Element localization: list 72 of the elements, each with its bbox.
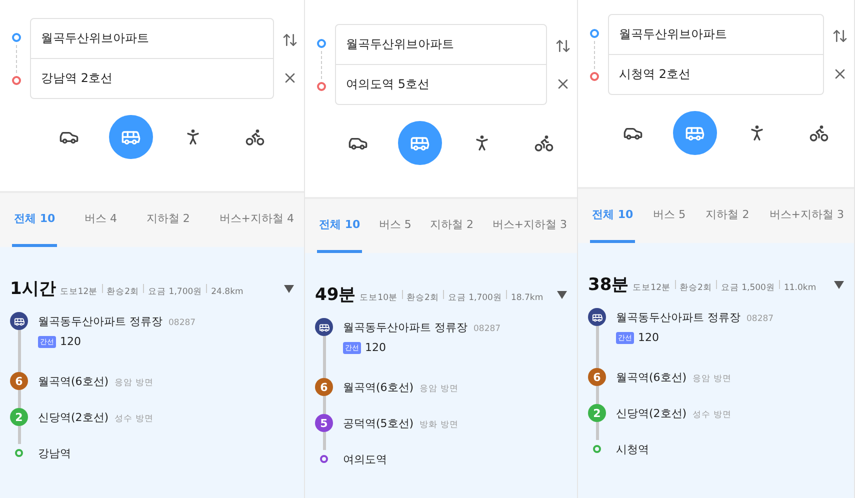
destination-dot: [12, 76, 20, 84]
stop-name: 여의도역: [343, 452, 387, 467]
destination-field[interactable]: 시청역 2호선: [608, 55, 824, 95]
stop-name: 신당역(2호선): [616, 406, 687, 421]
route-detail: 24.8km: [211, 287, 244, 297]
bus-number: 120: [60, 335, 81, 348]
direction-text: 응암 방면: [692, 373, 732, 385]
expand-icon[interactable]: [557, 290, 567, 298]
route-detail: 환승2회: [106, 286, 140, 298]
route-tab[interactable]: 지하철 2: [144, 193, 192, 247]
route-detail: 환승2회: [680, 282, 712, 294]
route-tab[interactable]: 버스 5: [376, 199, 414, 253]
route-detail: 11.0km: [784, 283, 816, 293]
duration-text: 38분: [588, 274, 629, 296]
direction-text: 방화 방면: [420, 419, 458, 431]
route-tab[interactable]: 버스 5: [651, 189, 688, 243]
stop-name: 월곡동두산아파트 정류장: [616, 310, 740, 325]
route-detail: 환승2회: [406, 292, 439, 304]
swap-button[interactable]: [555, 38, 571, 54]
origin-dot: [316, 38, 326, 48]
destination-dot: [590, 72, 598, 80]
route-tab[interactable]: 버스+지하철 4: [217, 193, 296, 247]
destination-field[interactable]: 여의도역 5호선: [335, 65, 547, 105]
route-detail: 요금 1,700원: [148, 286, 202, 298]
stop-name: 월곡역(6호선): [38, 374, 109, 389]
direction-text: 성수 방면: [692, 409, 732, 421]
origin-field[interactable]: 월곡두산위브아파트: [30, 18, 274, 59]
destination-field[interactable]: 강남역 2호선: [30, 59, 274, 99]
bicycle-icon: [534, 133, 554, 153]
stop-name: 공덕역(5호선): [343, 416, 414, 431]
route-tab[interactable]: 버스+지하철 3: [767, 189, 846, 243]
expand-icon[interactable]: [834, 280, 844, 288]
duration-text: 1시간: [10, 278, 56, 300]
direction-text: 응암 방면: [114, 377, 154, 389]
bicycle-icon: [245, 127, 265, 147]
stop-code: 08287: [746, 314, 774, 324]
stop-name: 시청역: [616, 442, 649, 457]
route-detail: 18.7km: [510, 293, 544, 303]
route-detail: 도보12분: [60, 286, 98, 298]
stop-name: 월곡역(6호선): [343, 380, 414, 395]
duration-text: 49분: [315, 284, 356, 306]
origin-dot: [12, 32, 20, 42]
route-tab[interactable]: 지하철 2: [704, 189, 752, 243]
bus-icon: [592, 312, 602, 322]
bus-icon: [318, 322, 330, 332]
stop-name: 월곡동두산아파트 정류장: [38, 314, 162, 329]
stop-code: 08287: [474, 324, 501, 334]
bus-icon: [14, 316, 24, 326]
direction-text: 응암 방면: [420, 383, 458, 395]
stop-name: 월곡동두산아파트 정류장: [343, 320, 468, 335]
direction-text: 성수 방면: [114, 413, 154, 425]
route-detail: 도보12분: [632, 282, 670, 294]
swap-button[interactable]: [282, 32, 298, 48]
swap-button[interactable]: [832, 28, 848, 44]
route-tab[interactable]: 지하철 2: [428, 199, 476, 253]
destination-dot: [316, 82, 326, 90]
bicycle-icon: [809, 123, 829, 143]
route-tab[interactable]: 버스 4: [82, 193, 120, 247]
stop-code: 08287: [168, 318, 196, 328]
route-detail: 요금 1,500원: [720, 282, 775, 294]
stop-name: 월곡역(6호선): [616, 370, 687, 385]
origin-field[interactable]: 월곡두산위브아파트: [335, 24, 547, 65]
origin-dot: [590, 28, 598, 38]
route-detail: 도보10분: [360, 292, 398, 304]
origin-field[interactable]: 월곡두산위브아파트: [608, 14, 824, 55]
expand-icon[interactable]: [284, 284, 294, 292]
route-tab[interactable]: 버스+지하철 3: [490, 199, 569, 253]
stop-name: 강남역: [38, 446, 71, 461]
bus-number: 120: [638, 331, 659, 344]
bus-number: 120: [365, 341, 386, 354]
route-detail: 요금 1,700원: [448, 292, 502, 304]
stop-name: 신당역(2호선): [38, 410, 109, 425]
